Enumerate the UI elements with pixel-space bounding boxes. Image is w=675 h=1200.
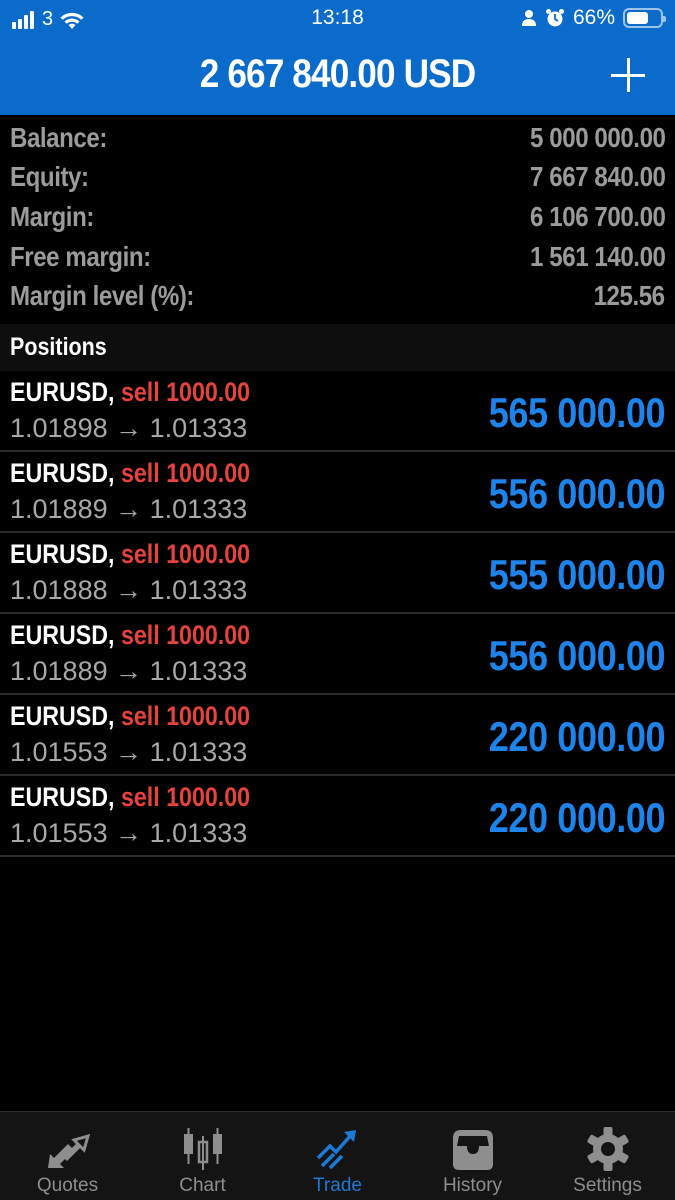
account-summary: Balance: 5 000 000.00 Equity: 7 667 840.… (0, 118, 675, 324)
position-symbol: EURUSD, (10, 377, 115, 407)
position-row[interactable]: EURUSD, sell 1000.00 1.01898 → 1.01333 5… (0, 371, 675, 452)
position-header: EURUSD, sell 1000.00 (10, 458, 250, 489)
position-profit: 556 000.00 (488, 632, 666, 679)
tab-bar: Quotes Chart Trade History Settings (0, 1111, 675, 1200)
summary-label: Equity: (10, 161, 89, 193)
tab-history[interactable]: History (405, 1112, 540, 1200)
new-order-button[interactable] (609, 56, 647, 94)
person-icon (521, 10, 536, 26)
arrow-right-icon: → (115, 737, 143, 767)
tab-settings[interactable]: Settings (540, 1112, 675, 1200)
alarm-icon (545, 9, 564, 27)
summary-label: Margin: (10, 200, 94, 232)
status-bar-right: 66% (521, 6, 666, 30)
summary-row-balance: Balance: 5 000 000.00 (0, 118, 675, 158)
position-profit: 565 000.00 (488, 389, 666, 436)
position-prices: 1.01898 → 1.01333 (10, 413, 247, 444)
position-symbol: EURUSD, (10, 458, 115, 488)
position-header: EURUSD, sell 1000.00 (10, 701, 250, 732)
position-prices: 1.01553 → 1.01333 (10, 818, 247, 849)
battery-fill (627, 12, 649, 24)
position-profit: 555 000.00 (488, 551, 666, 598)
position-symbol: EURUSD, (10, 620, 115, 650)
nav-bar: 2 667 840.00 USD (0, 38, 675, 115)
positions-title: Positions (10, 333, 107, 361)
battery-icon (623, 8, 666, 28)
position-prices: 1.01889 → 1.01333 (10, 494, 247, 525)
position-row[interactable]: EURUSD, sell 1000.00 1.01553 → 1.01333 2… (0, 776, 675, 857)
tab-label: Quotes (36, 1175, 99, 1196)
position-type: sell 1000.00 (120, 377, 251, 407)
arrow-right-icon: → (115, 575, 143, 605)
gear-icon (586, 1127, 629, 1171)
summary-label: Balance: (10, 121, 107, 153)
position-row[interactable]: EURUSD, sell 1000.00 1.01889 → 1.01333 5… (0, 452, 675, 533)
summary-row-equity: Equity: 7 667 840.00 (0, 158, 675, 198)
positions-list: EURUSD, sell 1000.00 1.01898 → 1.01333 5… (0, 371, 675, 857)
position-row[interactable]: EURUSD, sell 1000.00 1.01888 → 1.01333 5… (0, 533, 675, 614)
summary-value: 125.56 (593, 280, 665, 312)
trade-trend-icon (316, 1130, 356, 1170)
summary-row-margin: Margin: 6 106 700.00 (0, 197, 675, 237)
arrow-right-icon: → (115, 818, 143, 848)
position-header: EURUSD, sell 1000.00 (10, 620, 250, 651)
summary-row-free-margin: Free margin: 1 561 140.00 (0, 237, 675, 277)
summary-value: 7 667 840.00 (529, 161, 666, 193)
tab-label: Chart (179, 1175, 226, 1196)
current-price: 1.01333 (149, 494, 248, 524)
position-type: sell 1000.00 (120, 620, 251, 650)
tab-label: History (442, 1175, 503, 1196)
current-price: 1.01333 (149, 575, 248, 605)
open-price: 1.01898 (10, 413, 108, 443)
position-type: sell 1000.00 (120, 701, 251, 731)
position-header: EURUSD, sell 1000.00 (10, 539, 250, 570)
current-price: 1.01333 (149, 656, 248, 686)
open-price: 1.01553 (10, 818, 108, 848)
position-row[interactable]: EURUSD, sell 1000.00 1.01889 → 1.01333 5… (0, 614, 675, 695)
arrow-right-icon: → (115, 494, 143, 524)
open-price: 1.01553 (10, 737, 108, 767)
tab-label: Settings (573, 1175, 642, 1196)
summary-value: 6 106 700.00 (529, 200, 666, 232)
position-prices: 1.01889 → 1.01333 (10, 656, 247, 687)
position-profit: 220 000.00 (488, 794, 666, 841)
tab-chart[interactable]: Chart (135, 1112, 270, 1200)
summary-label: Margin level (%): (10, 280, 195, 312)
current-price: 1.01333 (149, 737, 248, 767)
open-price: 1.01888 (10, 575, 108, 605)
position-profit: 556 000.00 (488, 470, 666, 517)
battery-percent: 66% (572, 6, 615, 29)
position-row[interactable]: EURUSD, sell 1000.00 1.01553 → 1.01333 2… (0, 695, 675, 776)
open-price: 1.01889 (10, 494, 108, 524)
summary-row-margin-level: Margin level (%): 125.56 (0, 276, 675, 316)
arrow-right-icon: → (115, 656, 143, 686)
summary-label: Free margin: (10, 240, 151, 272)
current-price: 1.01333 (149, 413, 248, 443)
quotes-arrows-icon (47, 1133, 90, 1168)
position-prices: 1.01553 → 1.01333 (10, 737, 247, 768)
position-profit: 220 000.00 (488, 713, 666, 760)
tab-trade[interactable]: Trade (270, 1112, 405, 1200)
summary-value: 5 000 000.00 (529, 121, 666, 153)
position-type: sell 1000.00 (120, 539, 251, 569)
position-header: EURUSD, sell 1000.00 (10, 377, 250, 408)
summary-value: 1 561 140.00 (529, 240, 666, 272)
candlestick-chart-icon (183, 1128, 222, 1170)
status-bar: 3 13:18 66% (0, 0, 675, 38)
open-price: 1.01889 (10, 656, 108, 686)
position-symbol: EURUSD, (10, 539, 115, 569)
position-symbol: EURUSD, (10, 782, 115, 812)
account-equity-title: 2 667 840.00 USD (199, 52, 476, 96)
inbox-tray-icon (452, 1130, 493, 1170)
position-type: sell 1000.00 (120, 458, 251, 488)
position-header: EURUSD, sell 1000.00 (10, 782, 250, 813)
position-prices: 1.01888 → 1.01333 (10, 575, 247, 606)
position-type: sell 1000.00 (120, 782, 251, 812)
positions-section-header: Positions (0, 324, 675, 371)
tab-quotes[interactable]: Quotes (0, 1112, 135, 1200)
current-price: 1.01333 (149, 818, 248, 848)
position-symbol: EURUSD, (10, 701, 115, 731)
tab-label: Trade (313, 1175, 362, 1196)
arrow-right-icon: → (115, 413, 143, 443)
